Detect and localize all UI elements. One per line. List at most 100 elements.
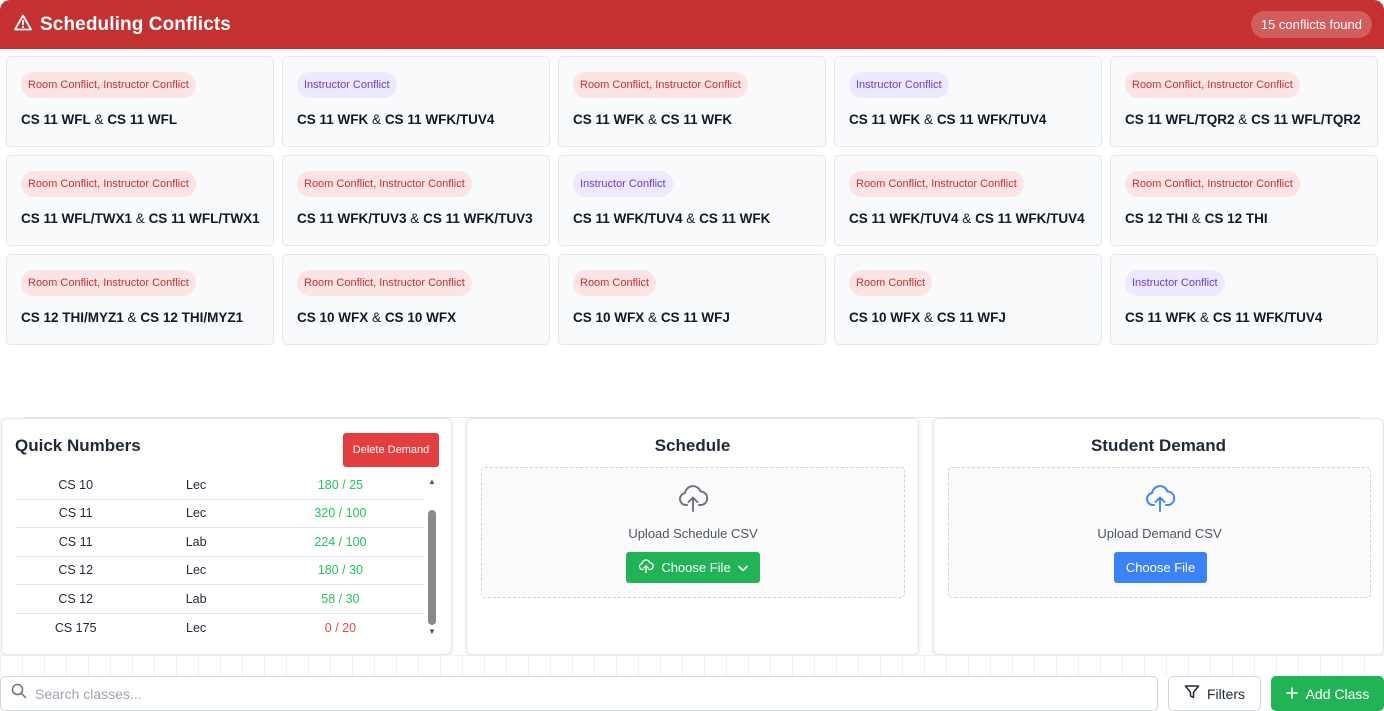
conflict-card[interactable]: Room Conflict, Instructor Conflict CS 11 … bbox=[6, 155, 274, 246]
conflict-separator: & bbox=[648, 112, 658, 127]
count-cell: 0 / 20 bbox=[324, 620, 357, 635]
quick-numbers-scrollbar[interactable]: ▲ ▼ bbox=[427, 477, 437, 639]
type-cell: Lec bbox=[186, 620, 207, 635]
count-cell: 320 / 100 bbox=[314, 506, 367, 521]
cloud-upload-icon bbox=[677, 482, 709, 519]
conflict-class-a: CS 11 WFK bbox=[297, 112, 369, 127]
search-input[interactable] bbox=[35, 685, 1135, 702]
course-cell: CS 11 bbox=[58, 534, 93, 549]
conflict-type-badge: Instructor Conflict bbox=[1125, 270, 1225, 296]
conflict-card[interactable]: Instructor Conflict CS 11 WFK/TUV4 & CS 1… bbox=[558, 155, 826, 246]
demand-upload-text: Upload Demand CSV bbox=[1097, 526, 1222, 541]
filters-button[interactable]: Filters bbox=[1168, 676, 1261, 711]
schedule-upload-dropzone[interactable]: Upload Schedule CSV Choose File bbox=[481, 467, 905, 598]
conflict-class-pair: CS 11 WFK/TUV3 & CS 11 WFK/TUV3 bbox=[297, 211, 533, 226]
conflict-card[interactable]: Instructor Conflict CS 11 WFK & CS 11 WFK… bbox=[1110, 254, 1378, 345]
conflict-class-pair: CS 11 WFL & CS 11 WFL bbox=[21, 112, 177, 127]
delete-demand-button[interactable]: Delete Demand bbox=[343, 433, 439, 467]
course-cell: CS 12 bbox=[58, 563, 94, 578]
conflict-class-a: CS 12 THI bbox=[1125, 211, 1189, 226]
conflict-class-a: CS 11 WFK/TUV3 bbox=[297, 211, 407, 226]
conflict-separator: & bbox=[1191, 211, 1201, 226]
conflict-class-a: CS 11 WFK/TUV4 bbox=[573, 211, 683, 226]
schedule-upload-text: Upload Schedule CSV bbox=[628, 526, 758, 541]
conflict-type-badge: Room Conflict, Instructor Conflict bbox=[297, 171, 472, 197]
add-class-button[interactable]: Add Class bbox=[1271, 676, 1384, 711]
quick-numbers-row: CS 11 Lec 320 / 100 bbox=[15, 500, 425, 528]
conflict-class-b: CS 10 WFX bbox=[384, 310, 457, 325]
conflict-class-b: CS 11 WFK/TUV3 bbox=[423, 211, 533, 226]
conflict-class-pair: CS 11 WFL/TQR2 & CS 11 WFL/TQR2 bbox=[1125, 112, 1361, 127]
choose-file-label: Choose File bbox=[661, 560, 731, 575]
conflict-class-pair: CS 10 WFX & CS 11 WFJ bbox=[849, 310, 1006, 325]
conflict-type-badge: Room Conflict bbox=[849, 270, 933, 296]
conflict-type-badge: Room Conflict, Instructor Conflict bbox=[1125, 171, 1300, 197]
quick-numbers-row: CS 11 Lab 224 / 100 bbox=[15, 528, 425, 557]
conflict-class-b: CS 11 WFK/TUV4 bbox=[936, 112, 1047, 127]
conflict-class-pair: CS 11 WFK & CS 11 WFK/TUV4 bbox=[849, 112, 1046, 127]
conflict-class-a: CS 11 WFL/TQR2 bbox=[1125, 112, 1235, 127]
course-cell: CS 175 bbox=[54, 620, 97, 635]
conflict-class-b: CS 11 WFK/TUV4 bbox=[1212, 310, 1323, 325]
background-grid bbox=[0, 655, 1384, 676]
conflict-class-a: CS 11 WFL bbox=[21, 112, 91, 127]
conflict-card[interactable]: Room Conflict CS 10 WFX & CS 11 WFJ bbox=[834, 254, 1102, 345]
demand-upload-dropzone[interactable]: Upload Demand CSV Choose File bbox=[948, 467, 1371, 598]
cloud-upload-icon bbox=[638, 558, 655, 577]
conflict-separator: & bbox=[94, 112, 104, 127]
scroll-down-arrow-icon[interactable]: ▼ bbox=[428, 627, 436, 636]
conflict-class-pair: CS 10 WFX & CS 10 WFX bbox=[297, 310, 456, 325]
conflict-card[interactable]: Room Conflict, Instructor Conflict CS 12 … bbox=[1110, 155, 1378, 246]
conflict-type-badge: Room Conflict, Instructor Conflict bbox=[297, 270, 472, 296]
plus-icon bbox=[1285, 686, 1298, 702]
conflict-class-b: CS 11 WFL/TWX1 bbox=[148, 211, 260, 226]
conflict-card[interactable]: Instructor Conflict CS 11 WFK & CS 11 WFK… bbox=[282, 56, 550, 147]
conflicts-title: Scheduling Conflicts bbox=[40, 13, 231, 35]
conflict-separator: & bbox=[372, 310, 382, 325]
count-cell: 224 / 100 bbox=[314, 534, 367, 549]
conflict-card[interactable]: Room Conflict, Instructor Conflict CS 11 … bbox=[282, 155, 550, 246]
schedule-title: Schedule bbox=[654, 436, 731, 455]
quick-numbers-title: Quick Numbers bbox=[15, 436, 141, 455]
scroll-up-arrow-icon[interactable]: ▲ bbox=[428, 477, 436, 486]
conflict-class-a: CS 11 WFK/TUV4 bbox=[849, 211, 959, 226]
conflict-class-b: CS 11 WFJ bbox=[936, 310, 1006, 325]
conflict-card[interactable]: Room Conflict, Instructor Conflict CS 11 … bbox=[6, 56, 274, 147]
conflict-card[interactable]: Room Conflict CS 10 WFX & CS 11 WFJ bbox=[558, 254, 826, 345]
conflict-class-a: CS 12 THI/MYZ1 bbox=[21, 310, 124, 325]
conflict-class-a: CS 10 WFX bbox=[573, 310, 645, 325]
student-demand-panel: Student Demand Upload Demand CSV Choose … bbox=[933, 418, 1384, 655]
conflict-card[interactable]: Room Conflict, Instructor Conflict CS 11 … bbox=[834, 155, 1102, 246]
conflict-type-badge: Instructor Conflict bbox=[573, 171, 673, 197]
search-bar[interactable] bbox=[0, 676, 1158, 711]
conflict-class-b: CS 11 WFK/TUV4 bbox=[975, 211, 1085, 226]
conflict-class-b: CS 11 WFJ bbox=[660, 310, 730, 325]
conflict-type-badge: Room Conflict bbox=[573, 270, 657, 296]
conflict-type-badge: Room Conflict, Instructor Conflict bbox=[21, 270, 196, 296]
warning-triangle-icon bbox=[14, 14, 32, 36]
conflict-type-badge: Room Conflict, Instructor Conflict bbox=[1125, 72, 1300, 98]
demand-choose-file-button[interactable]: Choose File bbox=[1114, 552, 1207, 583]
scroll-thumb[interactable] bbox=[428, 510, 436, 625]
schedule-choose-file-button[interactable]: Choose File bbox=[626, 552, 760, 583]
conflict-card[interactable]: Room Conflict, Instructor Conflict CS 10 … bbox=[282, 254, 550, 345]
conflict-card[interactable]: Room Conflict, Instructor Conflict CS 12 … bbox=[6, 254, 274, 345]
conflict-class-pair: CS 12 THI & CS 12 THI bbox=[1125, 211, 1268, 226]
conflict-card[interactable]: Instructor Conflict CS 11 WFK & CS 11 WFK… bbox=[834, 56, 1102, 147]
conflict-card[interactable]: Room Conflict, Instructor Conflict CS 11 … bbox=[558, 56, 826, 147]
conflict-type-badge: Instructor Conflict bbox=[849, 72, 949, 98]
conflict-class-pair: CS 12 THI/MYZ1 & CS 12 THI/MYZ1 bbox=[21, 310, 243, 325]
type-cell: Lab bbox=[185, 534, 207, 549]
conflict-class-pair: CS 11 WFK & CS 11 WFK/TUV4 bbox=[1125, 310, 1322, 325]
conflict-class-pair: CS 11 WFK/TUV4 & CS 11 WFK/TUV4 bbox=[849, 211, 1085, 226]
conflict-class-b: CS 12 THI bbox=[1204, 211, 1268, 226]
conflict-class-b: CS 11 WFL/TQR2 bbox=[1251, 112, 1361, 127]
quick-numbers-row: CS 12 Lec 180 / 30 bbox=[15, 557, 425, 585]
course-cell: CS 12 bbox=[58, 591, 94, 606]
conflict-separator: & bbox=[127, 310, 137, 325]
schedule-panel: Schedule Upload Schedule CSV Choose File bbox=[466, 418, 919, 655]
filters-label: Filters bbox=[1206, 685, 1246, 702]
conflict-separator: & bbox=[135, 211, 145, 226]
quick-numbers-row: CS 175 Lec 0 / 20 bbox=[15, 614, 425, 643]
conflict-card[interactable]: Room Conflict, Instructor Conflict CS 11 … bbox=[1110, 56, 1378, 147]
